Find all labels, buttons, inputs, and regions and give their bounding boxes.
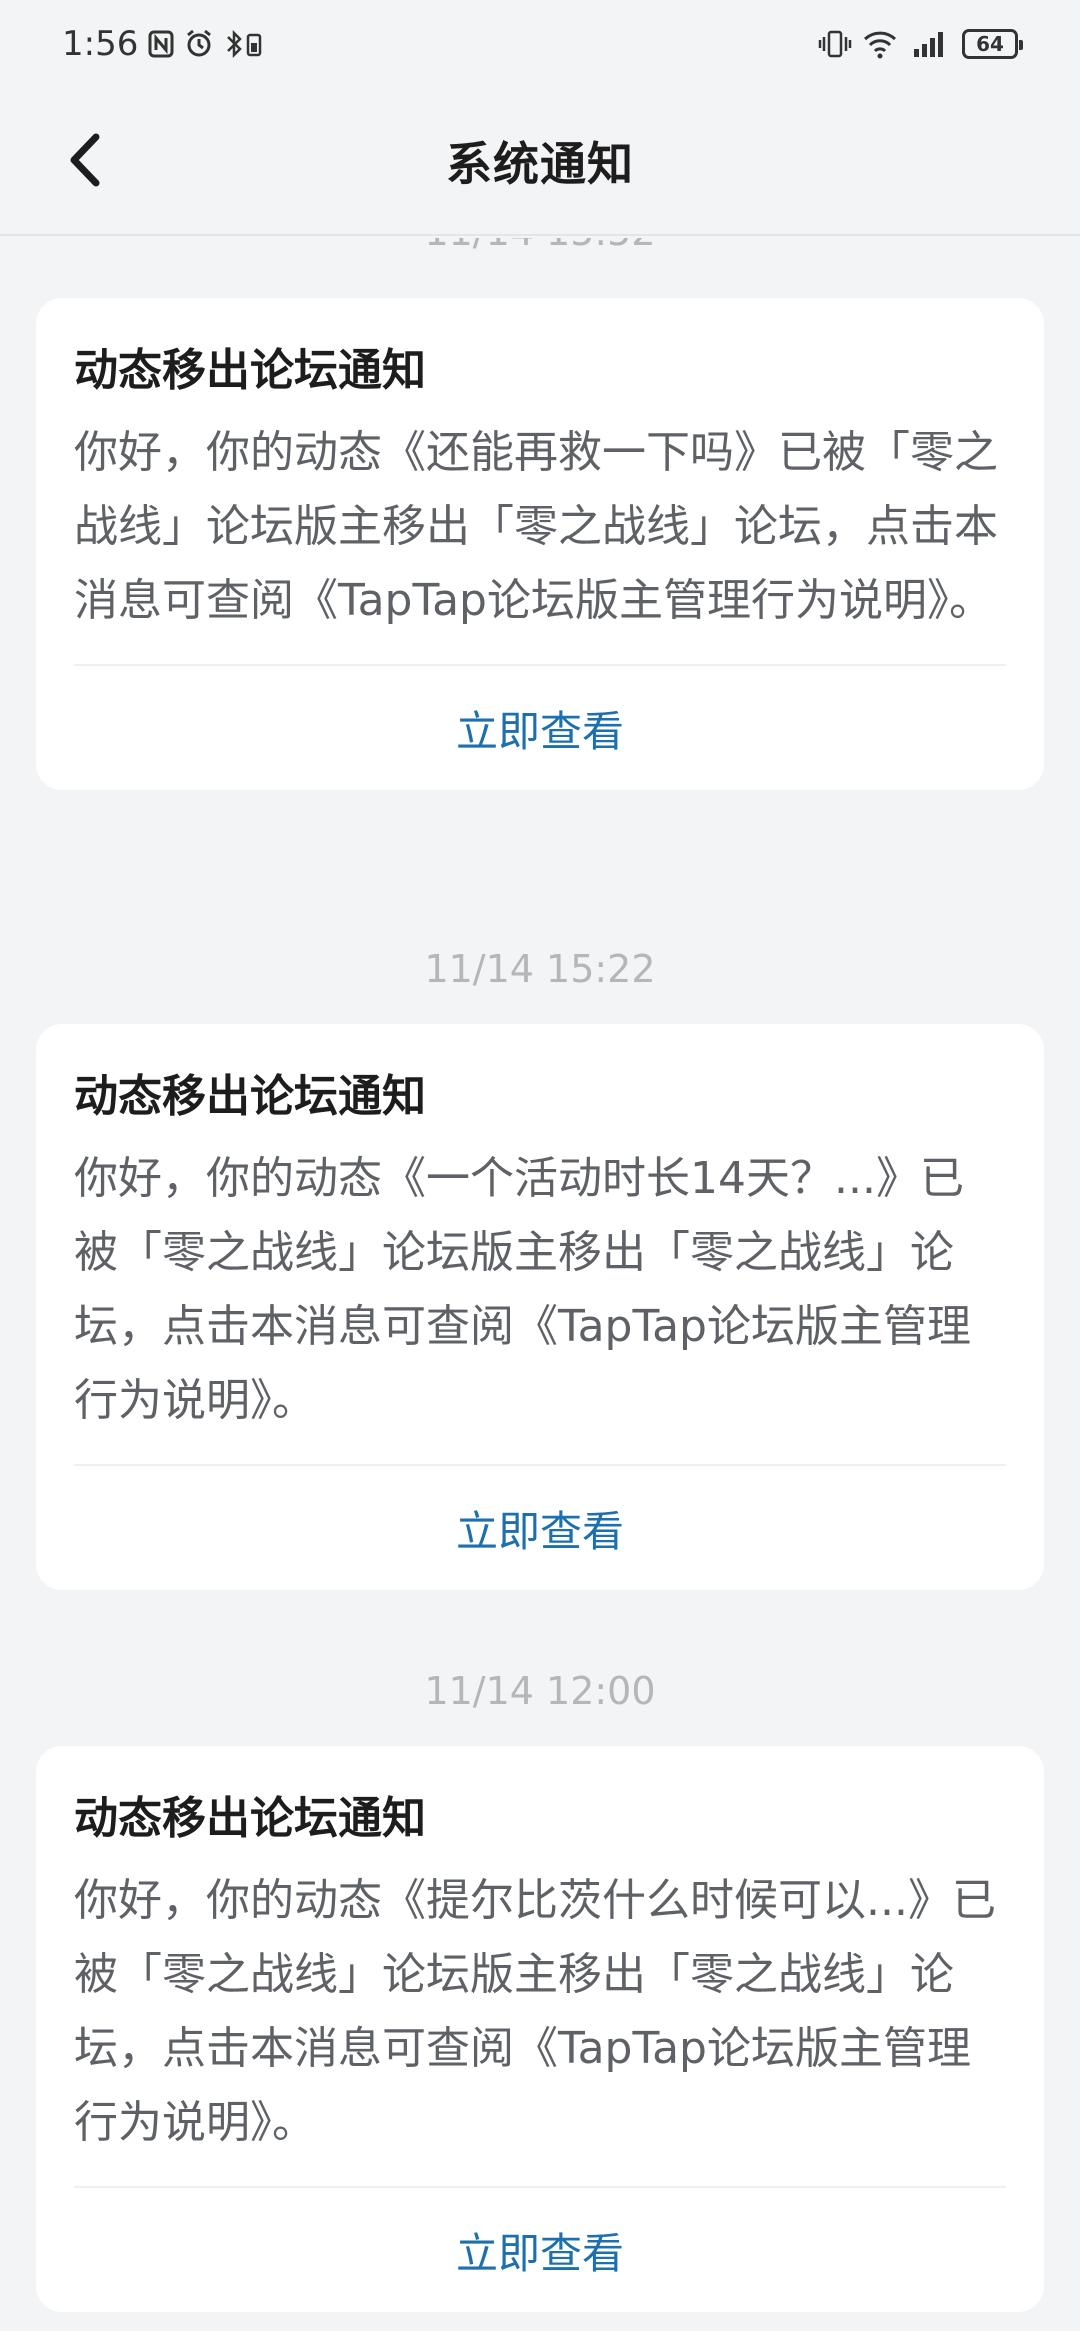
notification-group: 动态移出论坛通知 你好，你的动态《还能再救一下吗》已被「零之战线」论坛版主移出「… — [36, 298, 1044, 790]
back-button[interactable] — [50, 124, 122, 196]
wifi-icon — [862, 29, 898, 59]
status-bar: 1:56 64 — [0, 0, 1080, 88]
notification-group: 11/14 12:00 动态移出论坛通知 你好，你的动态《提尔比茨什么时候可以.… — [36, 1662, 1044, 2312]
notification-body: 你好，你的动态《一个活动时长14天？...》已被「零之战线」论坛版主移出「零之战… — [74, 1153, 971, 1426]
notification-time-clipped: 11/14 15:52 — [0, 238, 1080, 254]
status-time: 1:56 — [62, 24, 139, 64]
status-right: 64 — [818, 29, 1023, 59]
view-now-button[interactable]: 立即查看 — [74, 666, 1006, 790]
notification-title: 动态移出论坛通知 — [74, 1071, 426, 1122]
cellular-signal-icon — [908, 29, 948, 59]
notification-body: 你好，你的动态《还能再救一下吗》已被「零之战线」论坛版主移出「零之战线」论坛，点… — [74, 427, 998, 626]
bluetooth-battery-icon — [224, 29, 264, 59]
notification-group: 11/14 15:22 动态移出论坛通知 你好，你的动态《一个活动时长14天？.… — [36, 940, 1044, 1590]
top-app-bar: 系统通知 — [0, 88, 1080, 236]
battery-indicator: 64 — [962, 29, 1023, 59]
notification-list[interactable]: 11/14 15:52 动态移出论坛通知 你好，你的动态《还能再救一下吗》已被「… — [0, 238, 1080, 2331]
notification-card[interactable]: 动态移出论坛通知 你好，你的动态《一个活动时长14天？...》已被「零之战线」论… — [36, 1024, 1044, 1590]
notification-body: 你好，你的动态《提尔比茨什么时候可以...》已被「零之战线」论坛版主移出「零之战… — [74, 1875, 996, 2148]
notification-time: 11/14 12:00 — [424, 1669, 656, 1713]
view-now-button[interactable]: 立即查看 — [74, 1466, 1006, 1590]
page-title: 系统通知 — [446, 137, 634, 191]
chevron-left-icon — [70, 133, 100, 187]
view-now-button[interactable]: 立即查看 — [74, 2188, 1006, 2312]
notification-title: 动态移出论坛通知 — [74, 345, 426, 396]
vibrate-icon — [818, 29, 852, 59]
notification-card[interactable]: 动态移出论坛通知 你好，你的动态《还能再救一下吗》已被「零之战线」论坛版主移出「… — [36, 298, 1044, 790]
notification-time: 11/14 15:22 — [424, 947, 656, 991]
nfc-icon — [148, 30, 174, 58]
notification-card[interactable]: 动态移出论坛通知 你好，你的动态《提尔比茨什么时候可以...》已被「零之战线」论… — [36, 1746, 1044, 2312]
alarm-icon — [184, 29, 214, 59]
notification-title: 动态移出论坛通知 — [74, 1793, 426, 1844]
status-left: 1:56 — [62, 24, 264, 64]
